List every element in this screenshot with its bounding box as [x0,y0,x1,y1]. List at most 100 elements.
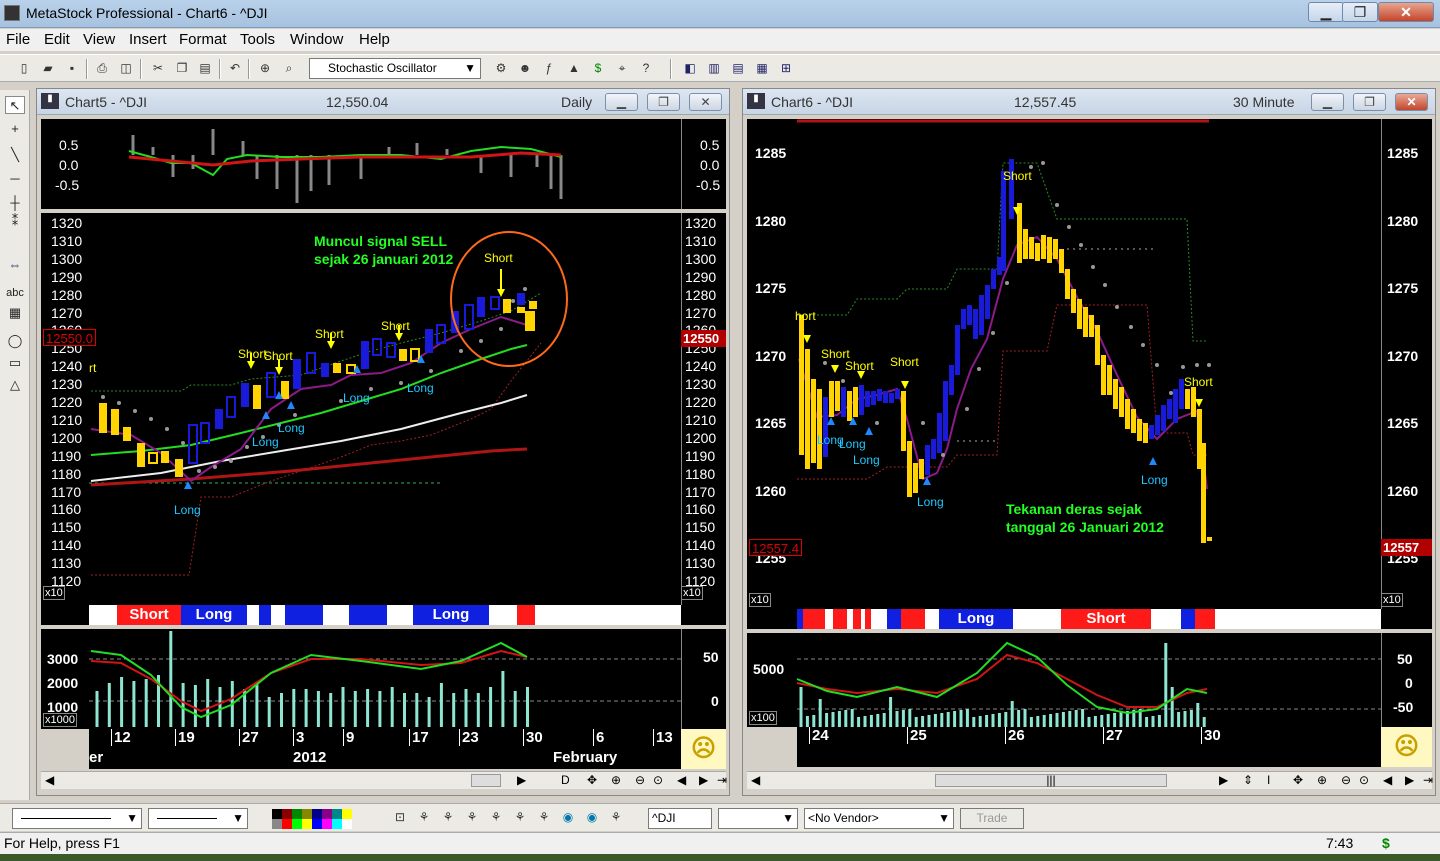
horizontal-scrollbar[interactable]: ◀ ▶ D ✥ ⊕ ⊖ ⊙ ◀ ▶ ⇥ [41,771,727,789]
end-icon[interactable]: ⇥ [717,773,727,787]
cut-icon[interactable]: ✂ [150,60,166,76]
horizontal-line-icon[interactable]: ─ [5,170,25,188]
color-palette[interactable] [272,809,352,829]
triangle-icon[interactable]: △ [5,376,25,394]
zoom-reset-icon[interactable]: ⊙ [653,773,663,787]
save-icon[interactable]: ▪ [64,60,80,76]
period-select[interactable]: ▼ [718,808,798,829]
tool-icon-7[interactable]: ⚘ [536,809,552,825]
volume-pane[interactable]: 5000 x100 50 0 -50 [747,633,1432,727]
menu-tools[interactable]: Tools [240,31,275,48]
scroll-right-icon[interactable]: ▶ [1219,773,1228,787]
close-button[interactable]: ✕ [1378,2,1434,22]
oscillator-pane[interactable]: 0.5 0.0 -0.5 0.5 0.0 -0.5 [41,119,726,209]
end-icon[interactable]: ⇥ [1423,773,1433,787]
menu-window[interactable]: Window [290,31,343,48]
menu-edit[interactable]: Edit [44,31,70,48]
volume-pane[interactable]: 3000 2000 1000 x1000 50 0 [41,629,726,729]
ellipse-icon[interactable]: ◯ [5,332,25,350]
arrange-icon[interactable]: ⊞ [778,60,794,76]
zoom-icon[interactable]: ⌕ [281,60,297,76]
maximize-button[interactable]: ❐ [1342,2,1378,22]
pan-left-icon[interactable]: ◀ [1383,773,1392,787]
zoom-out-icon[interactable]: ⊖ [1341,773,1351,787]
menu-insert[interactable]: Insert [129,31,167,48]
expert-icon[interactable]: ☻ [517,60,533,76]
scroll-left-icon[interactable]: ◀ [45,773,54,787]
tool-icon-4[interactable]: ⚘ [464,809,480,825]
cross-icon[interactable]: + [5,120,25,138]
trade-button[interactable]: Trade [960,808,1024,829]
menu-file[interactable]: File [6,31,30,48]
help-pointer-icon[interactable]: ? [638,60,654,76]
chart-close-button[interactable]: ✕ [1395,93,1428,111]
zoom-reset-icon[interactable]: ⊙ [1359,773,1369,787]
minimize-button[interactable]: ▁ [1308,2,1344,22]
copy-icon[interactable]: ❐ [174,60,190,76]
horizontal-scrollbar[interactable]: ◀ ||| ▶ ⇕ I ✥ ⊕ ⊖ ⊙ ◀ ▶ ⇥ [747,771,1433,789]
chart-minimize-button[interactable]: ▁ [1311,93,1344,111]
open-icon[interactable]: ▰ [40,60,56,76]
symbol-field[interactable]: ^DJI [648,808,712,829]
zoom-in-icon[interactable]: ⊕ [1317,773,1327,787]
zoom-in-icon[interactable]: ⊕ [611,773,621,787]
chart-window-left-header[interactable]: ▮ Chart5 - ^DJI 12,550.04 Daily ▁ ❐ ✕ [37,89,729,115]
pan-right-icon[interactable]: ▶ [1405,773,1414,787]
pointer-icon[interactable]: ↖ [5,96,25,114]
undo-icon[interactable]: ↶ [227,60,243,76]
i-icon[interactable]: I [1267,773,1270,787]
menu-format[interactable]: Format [179,31,227,48]
grid-tool-icon[interactable]: ▦ [5,304,25,322]
trendline-icon[interactable]: ╲ [5,146,25,164]
menu-view[interactable]: View [83,31,115,48]
date-icon[interactable]: D [561,773,570,787]
line-weight-select[interactable]: ▼ [148,808,248,829]
text-tool-icon[interactable]: abc [5,284,25,302]
menu-help[interactable]: Help [359,31,390,48]
sad-face-icon[interactable]: ☹ [681,729,726,769]
explorer-icon[interactable]: ⌖ [614,60,630,76]
scroll-left-icon[interactable]: ◀ [751,773,760,787]
line-style-select[interactable]: ▼ [12,808,142,829]
tool-icon-3[interactable]: ⚘ [440,809,456,825]
vertical-line-icon[interactable]: ┼ [5,194,25,212]
price-pane[interactable]: 1320 1320 1310 1310 1300 1300 1290 1290 1280 1280… [41,213,726,605]
chart-maximize-button[interactable]: ❐ [647,93,680,111]
tool-icon-5[interactable]: ⚘ [488,809,504,825]
snap-icon[interactable]: ⇔ [5,256,25,274]
formula-icon[interactable]: ƒ [541,60,557,76]
print-preview-icon[interactable]: ◫ [118,60,134,76]
crosshair-icon[interactable]: ⊕ [257,60,273,76]
tool-icon-6[interactable]: ⚘ [512,809,528,825]
pan-right-icon[interactable]: ▶ [699,773,708,787]
move-icon[interactable]: ✥ [587,773,597,787]
tool-icon-2[interactable]: ⚘ [416,809,432,825]
chart-minimize-button[interactable]: ▁ [605,93,638,111]
paste-icon[interactable]: ▤ [197,60,213,76]
pan-left-icon[interactable]: ◀ [677,773,686,787]
dollar-icon[interactable]: $ [590,60,606,76]
rectangle-icon[interactable]: ▭ [5,354,25,372]
chart-window-right-header[interactable]: ▮ Chart6 - ^DJI 12,557.45 30 Minute ▁ ❐ … [743,89,1435,115]
move-icon[interactable]: ⇕ [1243,773,1253,787]
sad-face-icon[interactable]: ☹ [1381,727,1432,767]
chart-close-button[interactable]: ✕ [689,93,722,111]
tool-icon-1[interactable]: ⊡ [392,809,408,825]
price-pane[interactable]: 1285 1285 1280 1280 1275 1275 1270 1270 1265 1265… [747,119,1432,609]
chart-maximize-button[interactable]: ❐ [1353,93,1386,111]
tool-icon-8[interactable]: ⚘ [608,809,624,825]
channel-icon[interactable]: ⁑ [5,212,25,230]
tile-horizontal-icon[interactable]: ▤ [730,60,746,76]
scroll-right-icon[interactable]: ▶ [517,773,526,787]
print-icon[interactable]: ⎙ [94,60,110,76]
tile-vertical-icon[interactable]: ▥ [706,60,722,76]
scroll-thumb[interactable] [471,774,501,787]
indicator-builder-icon[interactable]: ⚙ [493,60,509,76]
vendor-select[interactable]: <No Vendor> ▼ [804,808,954,829]
move-icon[interactable]: ✥ [1293,773,1303,787]
scroll-thumb[interactable]: ||| [935,774,1167,787]
zoom-out-icon[interactable]: ⊖ [635,773,645,787]
globe-icon[interactable]: ◉ [584,809,600,825]
cascade-icon[interactable]: ◧ [682,60,698,76]
tile-grid-icon[interactable]: ▦ [754,60,770,76]
